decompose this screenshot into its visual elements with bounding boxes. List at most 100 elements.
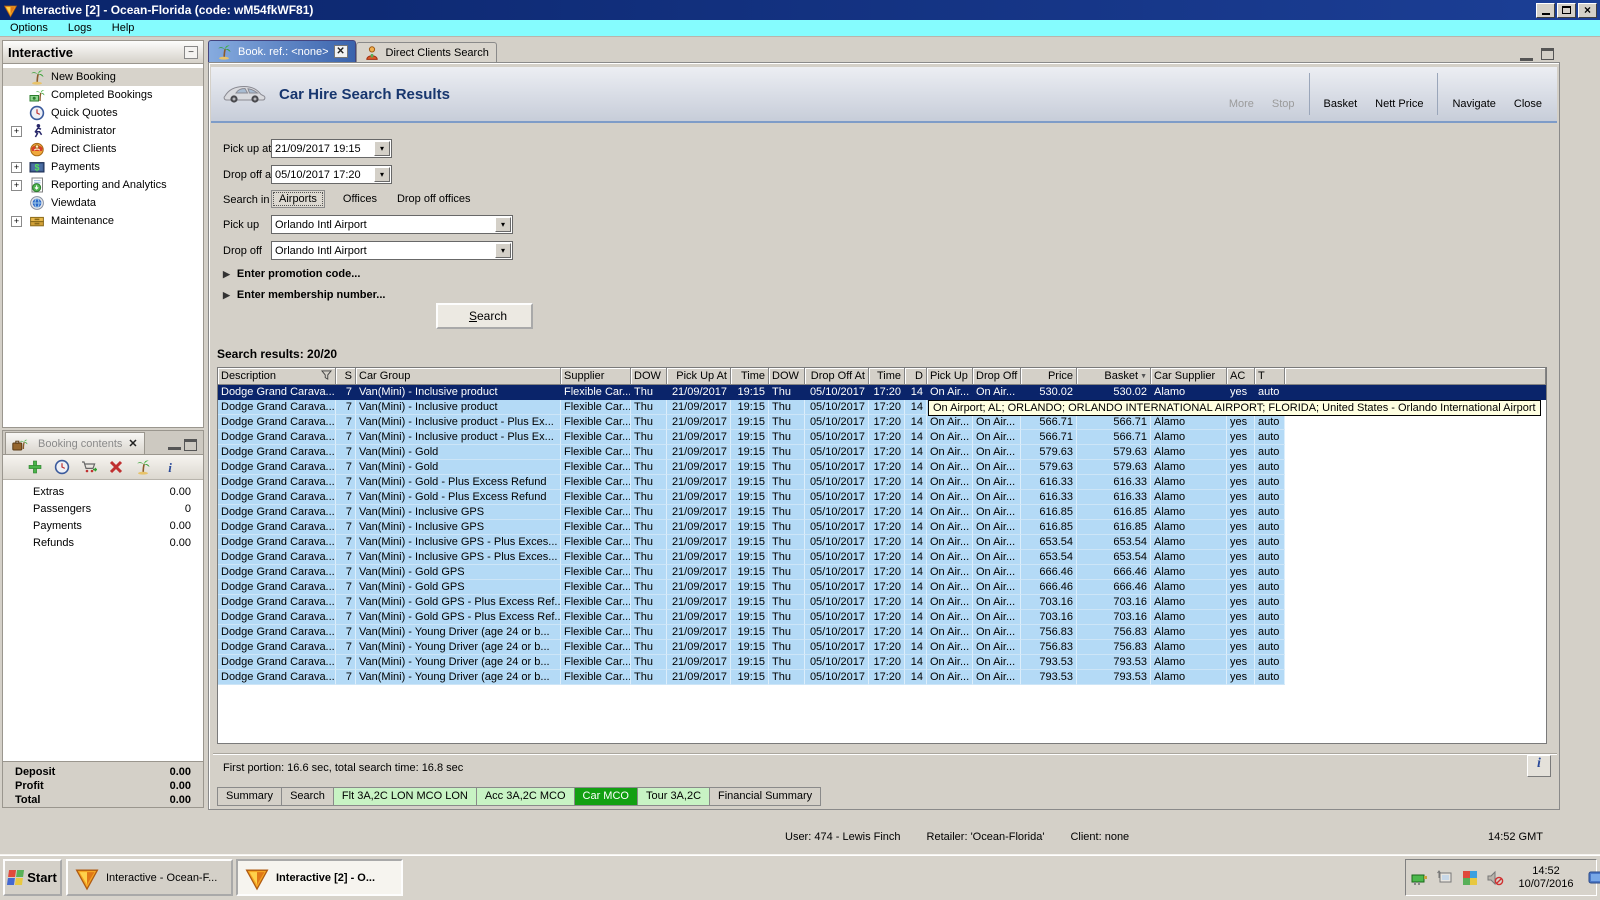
sidebar-item-direct-clients[interactable]: Direct Clients: [3, 140, 203, 158]
search-in-option-offices[interactable]: Offices: [341, 191, 379, 207]
add-icon[interactable]: [27, 459, 44, 475]
delete-icon[interactable]: [108, 459, 125, 475]
network-card-icon[interactable]: [1411, 869, 1429, 887]
tab-close-icon[interactable]: ✕: [334, 45, 348, 58]
column-header-s-1[interactable]: S: [336, 368, 356, 385]
section-tab-car-mco[interactable]: Car MCO: [575, 787, 638, 806]
booking-contents-tab[interactable]: Booking contents ✕: [5, 432, 145, 454]
collapse-panel-icon[interactable]: −: [184, 46, 198, 59]
expand-icon[interactable]: +: [11, 126, 22, 137]
navigate-button[interactable]: Navigate: [1443, 70, 1504, 118]
minimize-button[interactable]: [1536, 3, 1555, 18]
table-row[interactable]: Dodge Grand Carava...7Van(Mini) - Gold G…: [218, 595, 1546, 610]
dropdown-arrow-icon[interactable]: ▾: [495, 243, 511, 258]
column-header-car-group-2[interactable]: Car Group: [356, 368, 561, 385]
table-row[interactable]: Dodge Grand Carava...7Van(Mini) - Inclus…: [218, 520, 1546, 535]
column-header-ac-16[interactable]: AC: [1227, 368, 1255, 385]
palm-icon[interactable]: [135, 459, 152, 475]
cart-arrow-icon[interactable]: [81, 459, 98, 475]
column-header-dow-7[interactable]: DOW: [769, 368, 805, 385]
table-row[interactable]: Dodge Grand Carava...7Van(Mini) - Young …: [218, 655, 1546, 670]
pickup-at-input[interactable]: 21/09/2017 19:15 ▾: [271, 139, 392, 158]
column-header-supplier-3[interactable]: Supplier: [561, 368, 631, 385]
table-row[interactable]: Dodge Grand Carava...7Van(Mini) - Young …: [218, 640, 1546, 655]
menu-item-options[interactable]: Options: [10, 22, 48, 34]
sidebar-item-completed-bookings[interactable]: Completed Bookings: [3, 86, 203, 104]
tab-direct-clients-search[interactable]: Direct Clients Search: [356, 42, 497, 62]
dropdown-arrow-icon[interactable]: ▾: [374, 141, 390, 156]
table-row[interactable]: Dodge Grand Carava...7Van(Mini) - Young …: [218, 670, 1546, 685]
close-button[interactable]: Close: [1505, 70, 1551, 118]
pickup-combo[interactable]: Orlando Intl Airport ▾: [271, 215, 513, 234]
column-header-car-supplier-15[interactable]: Car Supplier: [1151, 368, 1227, 385]
dropdown-arrow-icon[interactable]: ▾: [495, 217, 511, 232]
dropoff-combo[interactable]: Orlando Intl Airport ▾: [271, 241, 513, 260]
section-tab-financial-summary[interactable]: Financial Summary: [710, 787, 821, 806]
sidebar-item-administrator[interactable]: +Administrator: [3, 122, 203, 140]
table-row[interactable]: Dodge Grand Carava...7Van(Mini) - Inclus…: [218, 430, 1546, 445]
tab-booking-ref[interactable]: Book. ref.: <none> ✕: [208, 40, 356, 62]
section-tab-summary[interactable]: Summary: [217, 787, 282, 806]
table-row[interactable]: Dodge Grand Carava...7Van(Mini) - Gold G…: [218, 565, 1546, 580]
restore-button[interactable]: [1557, 3, 1576, 18]
sidebar-item-maintenance[interactable]: +Maintenance: [3, 212, 203, 230]
column-header-pick-up-at-5[interactable]: Pick Up At: [667, 368, 731, 385]
panel-minimize-icon[interactable]: [168, 439, 181, 450]
sidebar-item-quick-quotes[interactable]: Quick Quotes: [3, 104, 203, 122]
table-row[interactable]: Dodge Grand Carava...7Van(Mini) - Inclus…: [218, 505, 1546, 520]
show-desktop-icon[interactable]: [1588, 869, 1600, 887]
basket-button[interactable]: Basket: [1315, 70, 1367, 118]
table-row[interactable]: Dodge Grand Carava...7Van(Mini) - Inclus…: [218, 385, 1546, 400]
table-row[interactable]: Dodge Grand Carava...7Van(Mini) - Gold -…: [218, 475, 1546, 490]
section-tab-search[interactable]: Search: [282, 787, 334, 806]
section-tab-flt-3a-2c-lon-mco-lon[interactable]: Flt 3A,2C LON MCO LON: [334, 787, 477, 806]
search-in-option-drop-off-offices[interactable]: Drop off offices: [395, 191, 473, 207]
section-tab-tour-3a-2c[interactable]: Tour 3A,2C: [638, 787, 710, 806]
tabarea-minimize-icon[interactable]: [1520, 50, 1533, 61]
clock-icon[interactable]: [54, 459, 71, 475]
volume-muted-icon[interactable]: [1486, 869, 1504, 887]
sidebar-item-payments[interactable]: +$Payments: [3, 158, 203, 176]
section-tab-acc-3a-2c-mco[interactable]: Acc 3A,2C MCO: [477, 787, 575, 806]
sidebar-item-reporting-and-analytics[interactable]: +Reporting and Analytics: [3, 176, 203, 194]
column-header-d-10[interactable]: D: [905, 368, 927, 385]
column-header-time-6[interactable]: Time: [731, 368, 769, 385]
column-header-pick-up-11[interactable]: Pick Up: [927, 368, 973, 385]
column-header-basket-14[interactable]: Basket▼: [1077, 368, 1151, 385]
filter-icon[interactable]: [321, 370, 332, 383]
expand-icon[interactable]: +: [11, 216, 22, 227]
info-icon[interactable]: i: [162, 459, 179, 475]
booking-contents-row[interactable]: Extras0.00: [3, 484, 203, 501]
menu-item-logs[interactable]: Logs: [68, 22, 92, 34]
expand-icon[interactable]: +: [11, 180, 22, 191]
table-row[interactable]: Dodge Grand Carava...7Van(Mini) - Gold G…: [218, 610, 1546, 625]
column-header-dow-4[interactable]: DOW: [631, 368, 667, 385]
column-header-description-0[interactable]: Description: [218, 368, 336, 385]
table-row[interactable]: Dodge Grand Carava...7Van(Mini) - Inclus…: [218, 550, 1546, 565]
booking-contents-close-icon[interactable]: ✕: [128, 437, 137, 450]
dropdown-arrow-icon[interactable]: ▾: [374, 167, 390, 182]
table-row[interactable]: Dodge Grand Carava...7Van(Mini) - Gold -…: [218, 490, 1546, 505]
tabarea-maximize-icon[interactable]: [1541, 48, 1554, 60]
membership-number-expander[interactable]: ▶ Enter membership number...: [223, 289, 385, 301]
taskbar-window-interactive-ocean-f[interactable]: Interactive - Ocean-F...: [66, 859, 233, 896]
menu-item-help[interactable]: Help: [112, 22, 135, 34]
nett-price-button[interactable]: $Nett Price: [1366, 70, 1432, 118]
close-button[interactable]: ×: [1578, 3, 1597, 18]
booking-contents-row[interactable]: Passengers0: [3, 501, 203, 518]
antivirus-icon[interactable]: [1461, 869, 1479, 887]
booking-contents-row[interactable]: Payments0.00: [3, 518, 203, 535]
booking-contents-row[interactable]: Refunds0.00: [3, 535, 203, 552]
table-row[interactable]: Dodge Grand Carava...7Van(Mini) - GoldFl…: [218, 445, 1546, 460]
column-header-drop-off-at-8[interactable]: Drop Off At: [805, 368, 869, 385]
sidebar-item-viewdata[interactable]: Viewdata: [3, 194, 203, 212]
column-header-price-13[interactable]: Price: [1021, 368, 1077, 385]
table-row[interactable]: Dodge Grand Carava...7Van(Mini) - Inclus…: [218, 415, 1546, 430]
column-header-t-17[interactable]: T: [1255, 368, 1285, 385]
table-row[interactable]: Dodge Grand Carava...7Van(Mini) - Gold G…: [218, 580, 1546, 595]
table-row[interactable]: Dodge Grand Carava...7Van(Mini) - Young …: [218, 625, 1546, 640]
promotion-code-expander[interactable]: ▶ Enter promotion code...: [223, 268, 360, 280]
start-button[interactable]: Start: [3, 859, 62, 896]
expand-icon[interactable]: +: [11, 162, 22, 173]
network-connection-icon[interactable]: [1436, 869, 1454, 887]
